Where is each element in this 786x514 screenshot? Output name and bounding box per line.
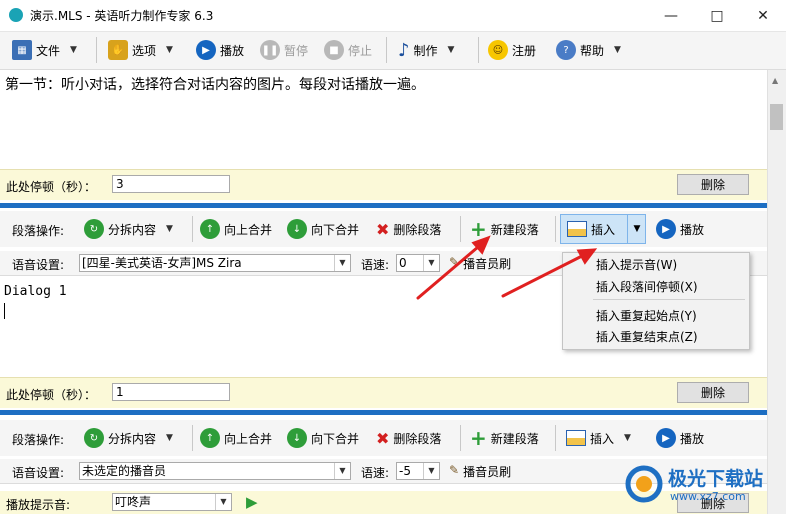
annotation-arrow: [501, 254, 584, 298]
annotation-arrowhead: [576, 248, 598, 265]
annotation-arrow: [416, 245, 480, 300]
annotation-arrows: [416, 235, 598, 300]
watermark: 极光下载站 www.xz7.com: [622, 460, 782, 510]
watermark-logo-icon: [625, 465, 663, 503]
